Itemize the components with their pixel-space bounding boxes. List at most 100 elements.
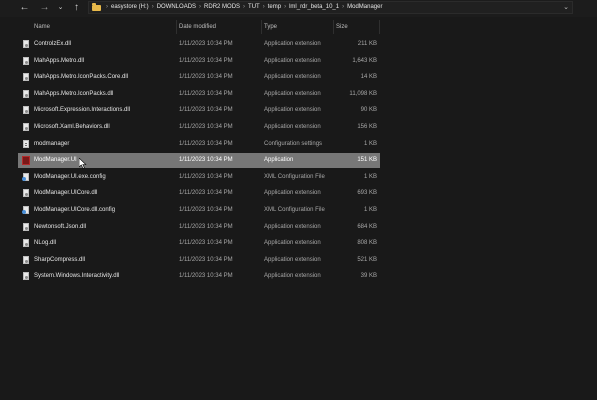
file-row[interactable]: MahApps.Metro.IconPacks.Core.dll 1/11/202… <box>18 70 380 85</box>
arrow-right-icon: → <box>39 2 50 13</box>
dll-file-icon <box>23 73 29 82</box>
mouse-cursor <box>78 157 87 169</box>
column-divider[interactable] <box>176 20 177 34</box>
file-name: ModManager.UICore.dll.config <box>34 207 116 213</box>
breadcrumb-item[interactable]: temp <box>268 4 281 10</box>
file-row[interactable]: ModManager.UICore.dll 1/11/2023 10:34 PM A… <box>18 186 380 201</box>
file-row[interactable]: MahApps.Metro.IconPacks.dll 1/11/2023 10:… <box>18 87 380 102</box>
file-type: Application extension <box>264 74 321 81</box>
file-type: Application extension <box>264 90 321 97</box>
file-type: Application extension <box>264 41 321 47</box>
column-header-date[interactable]: Date modified <box>179 22 216 32</box>
file-size: 14 KB <box>360 74 377 81</box>
file-name: ModManager.UICore.dll <box>34 190 98 197</box>
file-size: 151 KB <box>357 157 377 164</box>
file-date-modified: 1/11/2023 10:34 PM <box>179 157 233 164</box>
up-button[interactable]: ↑ <box>70 1 83 14</box>
breadcrumb-item[interactable]: easystore (H:) <box>111 4 149 10</box>
column-header-type[interactable]: Type <box>264 22 277 32</box>
file-type: Application extension <box>264 57 321 64</box>
file-row[interactable]: ControlzEx.dll 1/11/2023 10:34 PM Applicat… <box>18 37 380 52</box>
file-type: Application extension <box>264 273 321 280</box>
file-date-modified: 1/11/2023 10:34 PM <box>179 256 233 263</box>
file-size: 211 KB <box>357 41 377 47</box>
file-type: XML Configuration File <box>264 173 325 180</box>
file-name: System.Windows.Interactivity.dll <box>34 273 120 280</box>
file-size: 693 KB <box>357 190 377 197</box>
file-type: Application extension <box>264 124 321 130</box>
file-row[interactable]: NLog.dll 1/11/2023 10:34 PM Application ex… <box>18 236 380 251</box>
breadcrumb-item[interactable]: DOWNLOADS <box>157 4 196 10</box>
address-bar[interactable]: › easystore (H:) › DOWNLOADS › RDR2 MODS › TUT ›… <box>88 1 573 14</box>
breadcrumb-item[interactable]: ModManager <box>347 4 382 10</box>
breadcrumb-item[interactable]: TUT <box>248 4 260 10</box>
dll-file-icon <box>23 222 29 231</box>
forward-button[interactable]: → <box>38 1 51 14</box>
file-row[interactable]: ModManager.UI.exe.config 1/11/2023 10:34 … <box>18 170 380 185</box>
chevron-right-icon: › <box>284 4 287 10</box>
application-icon <box>22 156 30 166</box>
file-row[interactable]: ModManager.UICore.dll.config 1/11/2023 10… <box>18 203 380 218</box>
address-dropdown-icon[interactable]: ⌄ <box>563 2 569 13</box>
file-name: NLog.dll <box>34 240 57 247</box>
dll-file-icon <box>23 239 29 248</box>
file-name: MahApps.Metro.IconPacks.Core.dll <box>34 74 129 81</box>
file-date-modified: 1/11/2023 10:34 PM <box>179 140 233 147</box>
file-row[interactable]: ModManager.UI 1/11/2023 10:34 PM Applicati… <box>18 153 380 169</box>
column-divider[interactable] <box>261 20 262 34</box>
file-size: 521 KB <box>357 256 377 263</box>
file-date-modified: 1/11/2023 10:34 PM <box>179 240 233 247</box>
file-size: 1,643 KB <box>352 57 377 64</box>
chevron-right-icon: › <box>199 4 202 10</box>
breadcrumb-item[interactable]: RDR2 MODS <box>204 4 240 10</box>
file-type: Application extension <box>264 107 321 114</box>
file-size: 1 KB <box>363 207 377 213</box>
file-row[interactable]: System.Windows.Interactivity.dll 1/11/202… <box>18 269 380 284</box>
file-size: 684 KB <box>357 223 377 230</box>
file-row[interactable]: MahApps.Metro.dll 1/11/2023 10:34 PM Appli… <box>18 54 380 69</box>
chevron-right-icon: › <box>106 4 108 10</box>
file-type: Configuration settings <box>264 140 323 147</box>
file-name: Microsoft.Expression.Interactions.dll <box>34 107 131 114</box>
back-button[interactable]: ← <box>18 1 31 14</box>
file-type: Application extension <box>264 256 321 263</box>
file-type: Application extension <box>264 223 321 230</box>
column-header-name[interactable]: Name <box>34 22 50 32</box>
file-date-modified: 1/11/2023 10:34 PM <box>179 90 233 97</box>
arrow-up-icon: ↑ <box>74 2 79 13</box>
chevron-right-icon: › <box>262 4 265 10</box>
file-size: 11,098 KB <box>349 90 377 97</box>
file-size: 1 KB <box>363 140 377 147</box>
dll-file-icon <box>23 123 29 131</box>
file-type: Application extension <box>264 240 321 247</box>
dll-file-icon <box>23 40 29 48</box>
file-date-modified: 1/11/2023 10:34 PM <box>179 190 233 197</box>
dll-file-icon <box>23 89 29 98</box>
file-row[interactable]: modmanager 1/11/2023 10:34 PM Configuratio… <box>18 137 380 152</box>
file-date-modified: 1/11/2023 10:34 PM <box>179 207 233 213</box>
file-size: 1 KB <box>363 173 377 180</box>
file-row[interactable]: Microsoft.Xaml.Behaviors.dll 1/11/2023 10… <box>18 120 380 135</box>
column-header-size[interactable]: Size <box>336 22 348 32</box>
dll-file-icon <box>23 56 29 65</box>
recent-locations-button[interactable]: ⌄ <box>54 1 67 14</box>
column-divider[interactable] <box>333 20 334 34</box>
file-row[interactable]: SharpCompress.dll 1/11/2023 10:34 PM Appli… <box>18 253 380 268</box>
breadcrumb: › easystore (H:) › DOWNLOADS › RDR2 MODS › TUT ›… <box>103 2 382 13</box>
dll-file-icon <box>23 189 29 198</box>
column-divider[interactable] <box>379 20 380 34</box>
file-date-modified: 1/11/2023 10:34 PM <box>179 273 233 280</box>
breadcrumb-item[interactable]: lml_rdr_beta_10_1 <box>289 4 339 10</box>
file-date-modified: 1/11/2023 10:34 PM <box>179 124 233 130</box>
file-name: ModManager.UI.exe.config <box>34 173 106 180</box>
file-row[interactable]: Microsoft.Expression.Interactions.dll 1/1… <box>18 103 380 118</box>
file-name: Newtonsoft.Json.dll <box>34 223 87 230</box>
chevron-right-icon: › <box>342 4 345 10</box>
file-name: SharpCompress.dll <box>34 256 86 263</box>
arrow-left-icon: ← <box>19 2 30 13</box>
file-date-modified: 1/11/2023 10:34 PM <box>179 74 233 81</box>
file-date-modified: 1/11/2023 10:34 PM <box>179 107 233 114</box>
dll-file-icon <box>23 272 29 281</box>
file-row[interactable]: Newtonsoft.Json.dll 1/11/2023 10:34 PM App… <box>18 220 380 235</box>
file-size: 90 KB <box>360 107 377 114</box>
